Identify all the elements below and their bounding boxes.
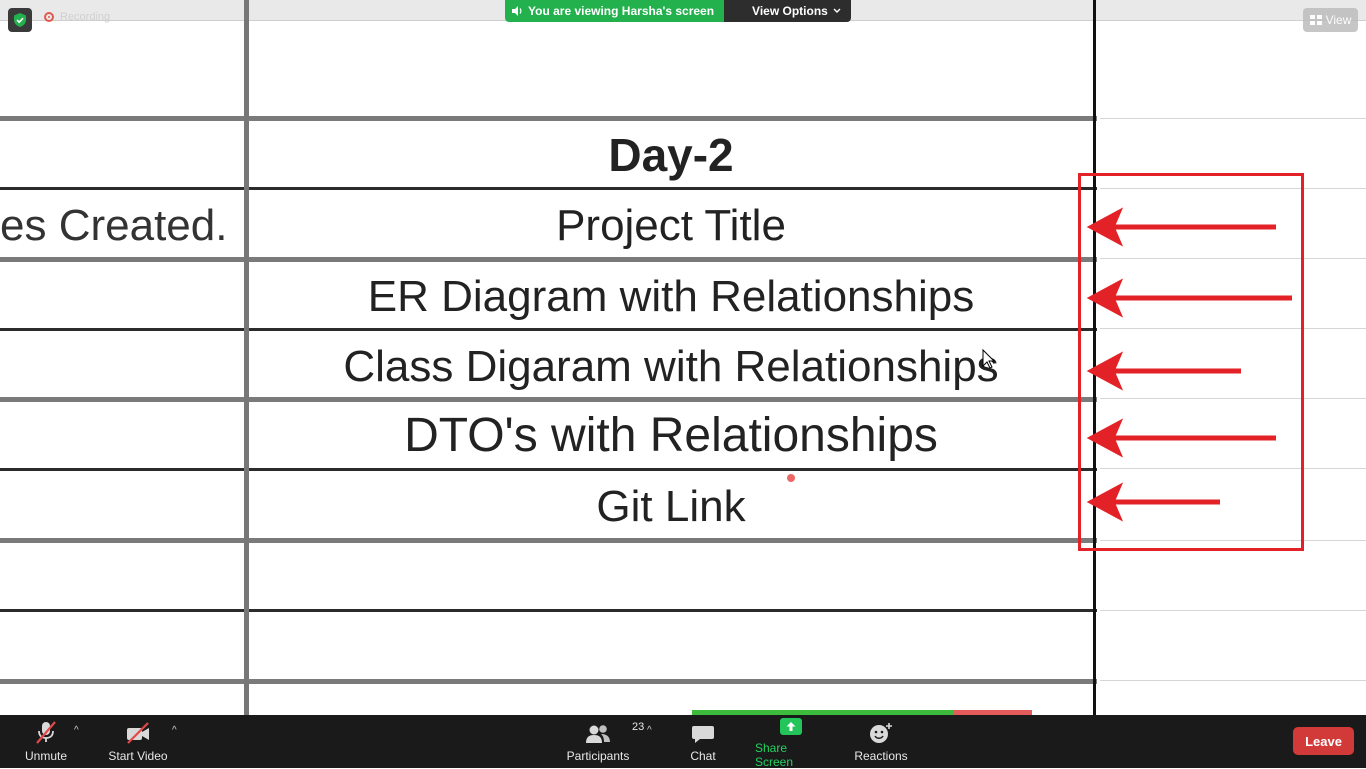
view-label: View [1325, 13, 1352, 27]
recording-indicator[interactable]: Recording [44, 11, 110, 23]
participants-count: 23 [632, 721, 645, 733]
start-video-label: Start Video [108, 749, 168, 763]
screen-share-banner: You are viewing Harsha's screen View Opt… [505, 0, 851, 22]
view-options-button[interactable]: View Options [724, 0, 851, 22]
reactions-smiley-icon [870, 723, 892, 743]
chat-button[interactable]: Chat [681, 715, 725, 768]
annotation-arrows [692, 207, 1292, 715]
audio-options-chevron-icon[interactable]: ^ [74, 725, 79, 736]
participants-options-chevron-icon[interactable]: ^ [647, 725, 652, 736]
chat-icon [692, 726, 714, 743]
view-button[interactable]: View [1303, 8, 1358, 32]
video-camera-off-icon [127, 722, 149, 744]
microphone-muted-icon [36, 721, 56, 744]
participants-button[interactable]: 23 Participants [566, 715, 645, 768]
reactions-button[interactable]: Reactions [853, 715, 909, 768]
arrow-head [1086, 418, 1124, 458]
share-screen-icon [780, 718, 802, 735]
chevron-down-icon [833, 8, 841, 13]
shared-screen: Day-2 es Created. Project Title ER Diagr… [0, 0, 1366, 715]
unmute-button[interactable]: Unmute [20, 715, 72, 768]
recording-label: Recording [60, 11, 111, 23]
start-video-button[interactable]: Start Video [106, 715, 170, 768]
share-screen-label: Share Screen [755, 741, 794, 769]
video-options-chevron-icon[interactable]: ^ [172, 725, 177, 736]
participants-icon [586, 725, 610, 743]
arrow-head [1086, 207, 1124, 247]
arrow-head [1086, 351, 1124, 391]
arrow-head [1086, 278, 1124, 318]
reactions-label: Reactions [854, 749, 908, 763]
participants-label: Participants [566, 749, 630, 763]
meeting-toolbar: Unmute ^ Start Video ^ 23 Participants ^ [0, 715, 1366, 769]
leave-button[interactable]: Leave [1293, 727, 1354, 755]
recording-icon [44, 12, 54, 22]
pointer-dot [787, 474, 795, 482]
view-options-label: View Options [752, 4, 828, 18]
mouse-cursor-icon [982, 348, 996, 369]
grid-view-icon [1309, 15, 1322, 25]
arrow-head [1086, 482, 1124, 522]
speaker-icon [512, 6, 522, 16]
chat-label: Chat [690, 749, 716, 763]
viewing-banner: You are viewing Harsha's screen [505, 0, 725, 22]
viewing-text: You are viewing Harsha's screen [528, 4, 715, 18]
security-shield-icon[interactable] [8, 8, 32, 32]
share-screen-button[interactable]: Share Screen [755, 715, 827, 769]
unmute-label: Unmute [24, 749, 68, 763]
